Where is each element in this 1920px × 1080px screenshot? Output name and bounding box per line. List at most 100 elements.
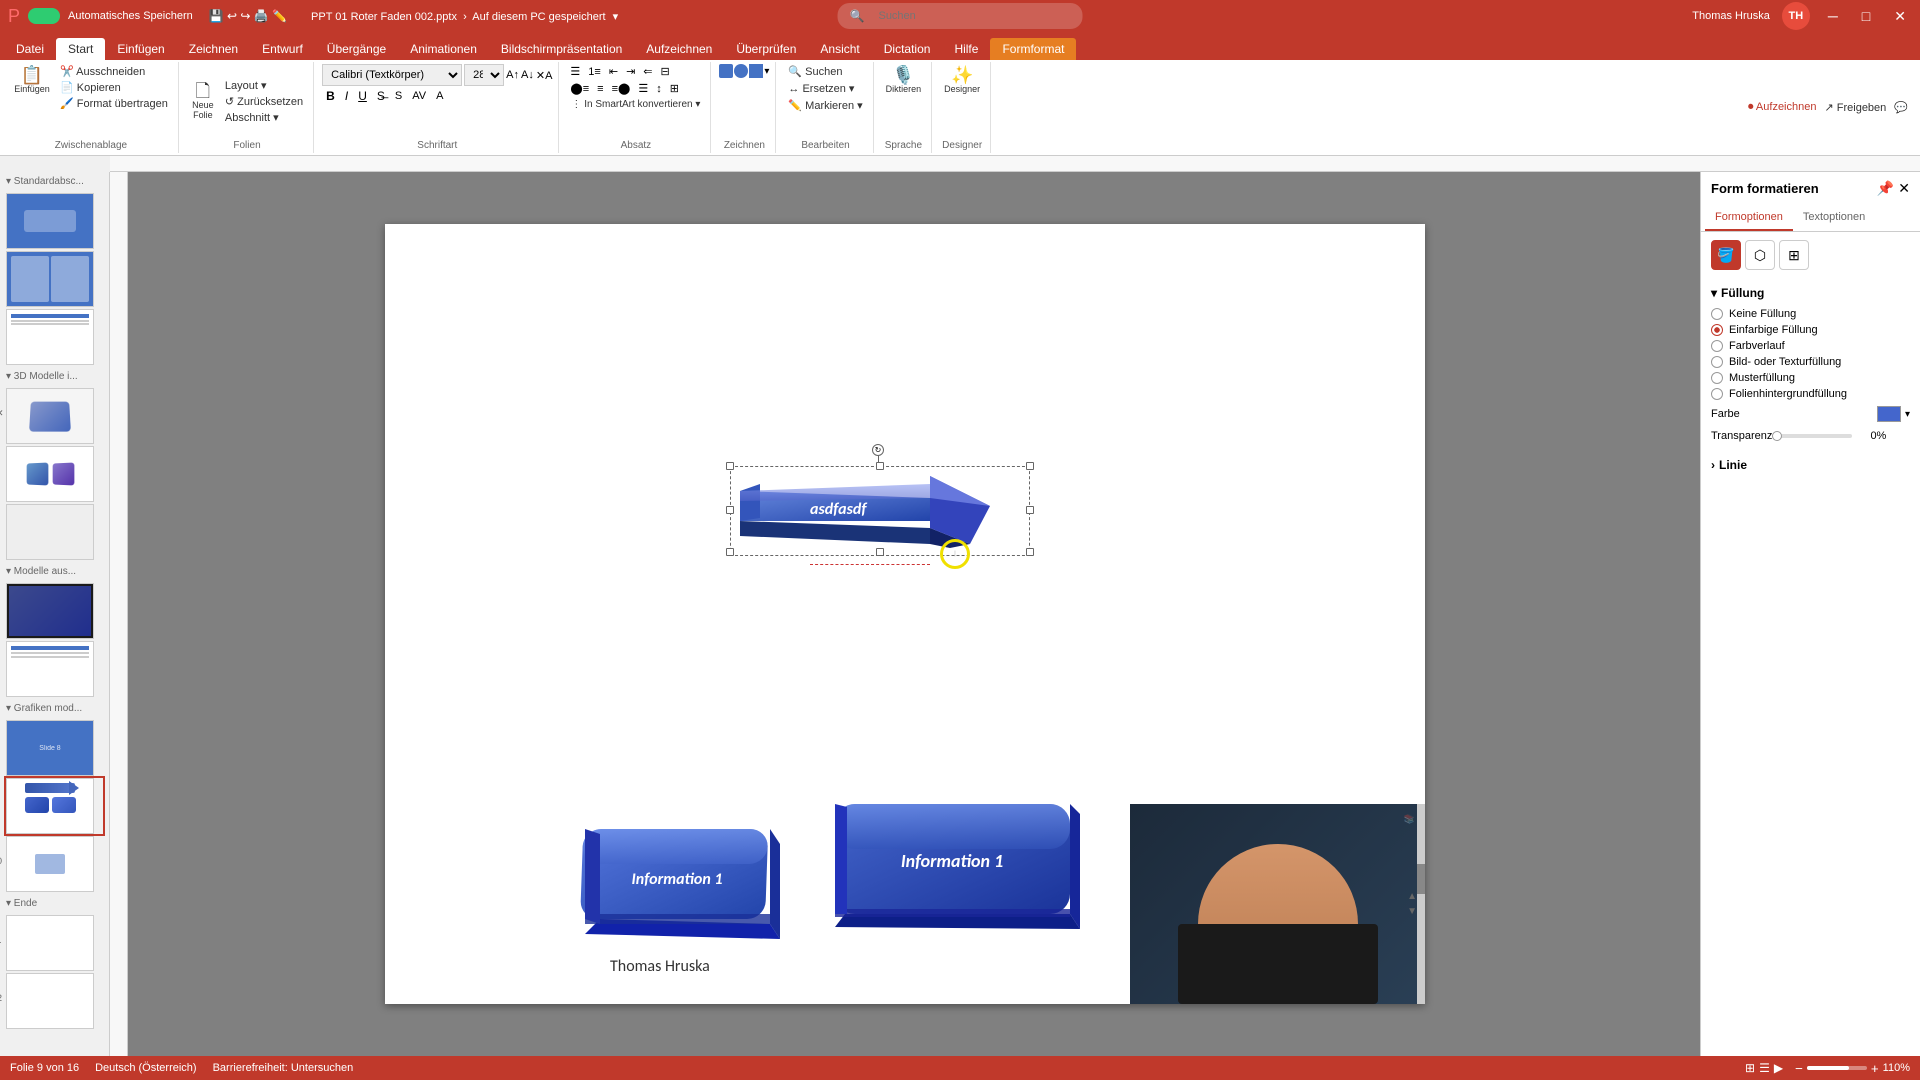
restore-button[interactable]: □ — [1856, 6, 1876, 26]
italic-btn[interactable]: I — [341, 88, 352, 104]
group-header-modelle[interactable]: ▾ Modelle aus... — [0, 562, 109, 581]
btn-layout[interactable]: Layout ▾ — [221, 78, 307, 93]
font-family-select[interactable]: Calibri (Textkörper) — [322, 64, 462, 86]
radio-folien[interactable] — [1711, 388, 1723, 400]
shapes-more-btn[interactable]: ▾ — [764, 66, 769, 77]
tab-uebergaenge[interactable]: Übergänge — [315, 38, 398, 60]
btn-abschnitt[interactable]: Abschnitt ▾ — [221, 110, 307, 125]
tab-dictation[interactable]: Dictation — [872, 38, 943, 60]
fontcolor-btn[interactable]: A — [432, 89, 447, 103]
panel-icon-size[interactable]: ⊞ — [1779, 240, 1809, 270]
slide-thumb-x[interactable]: ✕ — [6, 388, 103, 444]
tab-formoptionen[interactable]: Formoptionen — [1705, 205, 1793, 231]
group-header-3d[interactable]: ▾ 3D Modelle i... — [0, 367, 109, 386]
text-direction-btn[interactable]: ⊞ — [667, 81, 682, 96]
color-dropdown-btn[interactable]: ▾ — [1905, 409, 1910, 420]
zoom-out-btn[interactable]: ▼ — [1407, 906, 1417, 917]
zoom-slider[interactable] — [1807, 1066, 1867, 1070]
tab-zeichnen[interactable]: Zeichnen — [177, 38, 250, 60]
btn-ersetzen[interactable]: ↔ Ersetzen ▾ — [784, 81, 866, 96]
camera-scrollbar[interactable] — [1417, 804, 1425, 1004]
slide-thumb-6[interactable]: 6 — [6, 583, 103, 639]
slide-thumb-1[interactable]: 1 — [6, 193, 103, 249]
align-right-btn[interactable]: ≡⬤ — [609, 81, 634, 96]
aufzeichnen-btn[interactable]: ⏺ Aufzeichnen — [1748, 101, 1817, 114]
btn-ausschneiden[interactable]: ✂️ Ausschneiden — [56, 64, 172, 79]
minimize-button[interactable]: ─ — [1822, 6, 1844, 26]
line-section-header[interactable]: › Linie — [1711, 458, 1910, 472]
slide-thumb-8[interactable]: 8 Slide 8 — [6, 720, 103, 776]
group-header-grafiken[interactable]: ▾ Grafiken mod... — [0, 699, 109, 718]
radio-keine[interactable] — [1711, 308, 1723, 320]
slide-thumb-12[interactable]: 12 — [6, 973, 103, 1029]
group-header-ende[interactable]: ▾ Ende — [0, 894, 109, 913]
panel-close-btn[interactable]: ✕ — [1898, 180, 1910, 197]
font-grow-btn[interactable]: A↑ — [506, 69, 519, 81]
radio-muster[interactable] — [1711, 372, 1723, 384]
shape-ellipse[interactable] — [734, 64, 748, 78]
tab-entwurf[interactable]: Entwurf — [250, 38, 315, 60]
zoom-in-statusbar[interactable]: + — [1871, 1061, 1879, 1076]
transparency-slider[interactable] — [1772, 434, 1852, 438]
underline-btn[interactable]: U — [354, 88, 371, 104]
close-button[interactable]: ✕ — [1888, 6, 1912, 27]
font-shrink-btn[interactable]: A↓ — [521, 69, 534, 81]
tab-einfuegen[interactable]: Einfügen — [105, 38, 176, 60]
search-input[interactable] — [870, 5, 1070, 27]
tab-ansicht[interactable]: Ansicht — [808, 38, 871, 60]
rtl-btn[interactable]: ⇐ — [640, 64, 655, 79]
panel-icon-effects[interactable]: ⬡ — [1745, 240, 1775, 270]
indent-decrease-btn[interactable]: ⇤ — [606, 64, 621, 79]
zoom-in-btn[interactable]: ▲ — [1407, 891, 1417, 902]
panel-icon-fill[interactable]: 🪣 — [1711, 240, 1741, 270]
clear-format-btn[interactable]: ✕A — [536, 69, 553, 82]
btn-neue-folie[interactable]: 🗋 NeueFolie — [187, 80, 219, 122]
radio-farbverlauf[interactable] — [1711, 340, 1723, 352]
panel-pin-btn[interactable]: 📌 — [1877, 180, 1894, 197]
font-size-select[interactable]: 28 — [464, 64, 504, 86]
freigeben-btn[interactable]: ↗ Freigeben — [1824, 101, 1886, 114]
slide-thumb-10[interactable]: 10 — [6, 836, 103, 892]
justify-btn[interactable]: ☰ — [635, 81, 651, 96]
bold-btn[interactable]: B — [322, 88, 339, 104]
tab-textoptionen[interactable]: Textoptionen — [1793, 205, 1875, 231]
btn-suchen[interactable]: 🔍 Suchen — [784, 64, 866, 79]
slide-thumb-7[interactable]: 7 — [6, 641, 103, 697]
zoom-out-statusbar[interactable]: − — [1795, 1061, 1803, 1076]
tab-datei[interactable]: Datei — [4, 38, 56, 60]
charspacing-btn[interactable]: AV — [408, 89, 430, 103]
btn-designer[interactable]: ✨ Designer — [940, 64, 984, 96]
tab-bildschirm[interactable]: Bildschirmpräsentation — [489, 38, 634, 60]
list-numbered-btn[interactable]: 1≡ — [585, 65, 604, 79]
autosave-toggle[interactable] — [28, 8, 60, 24]
slide-thumb-5[interactable]: 5 — [6, 504, 103, 560]
btn-format-uebertragen[interactable]: 🖌️ Format übertragen — [56, 96, 172, 111]
columns-btn[interactable]: ⊟ — [658, 64, 673, 79]
rotation-handle[interactable]: ↻ — [872, 444, 884, 456]
color-swatch[interactable] — [1877, 406, 1901, 422]
fill-section-header[interactable]: ▾ Füllung — [1711, 286, 1910, 300]
accessibility-info[interactable]: Barrierefreiheit: Untersuchen — [213, 1062, 354, 1074]
shadow-btn[interactable]: S — [391, 89, 406, 103]
slide-thumb-9[interactable]: 9 — [6, 778, 103, 834]
search-container[interactable]: 🔍 — [838, 3, 1083, 29]
tab-formformat[interactable]: Formformat — [990, 38, 1076, 60]
slide-thumb-3[interactable]: 3 — [6, 309, 103, 365]
tab-animationen[interactable]: Animationen — [398, 38, 489, 60]
group-header-standard[interactable]: ▾ Standardabsc... — [0, 172, 109, 191]
normal-view-btn[interactable]: ⊞ — [1745, 1061, 1755, 1075]
slide-thumb-11[interactable]: 11 — [6, 915, 103, 971]
tab-hilfe[interactable]: Hilfe — [942, 38, 990, 60]
strikethrough-btn[interactable]: S̶ — [373, 88, 389, 104]
slide-thumb-4[interactable]: 4 — [6, 446, 103, 502]
tab-start[interactable]: Start — [56, 38, 105, 60]
align-center-btn[interactable]: ≡ — [594, 82, 606, 96]
scrollbar-thumb[interactable] — [1417, 864, 1425, 894]
list-bullets-btn[interactable]: ☰ — [567, 64, 583, 79]
linespacing-btn[interactable]: ↕ — [653, 82, 665, 96]
slider-thumb[interactable] — [1772, 431, 1782, 441]
shape-triangle[interactable] — [749, 64, 763, 78]
align-left-btn[interactable]: ⬤≡ — [567, 81, 592, 96]
shape-rect[interactable] — [719, 64, 733, 78]
btn-diktieren[interactable]: 🎙️ Diktieren — [882, 64, 926, 96]
